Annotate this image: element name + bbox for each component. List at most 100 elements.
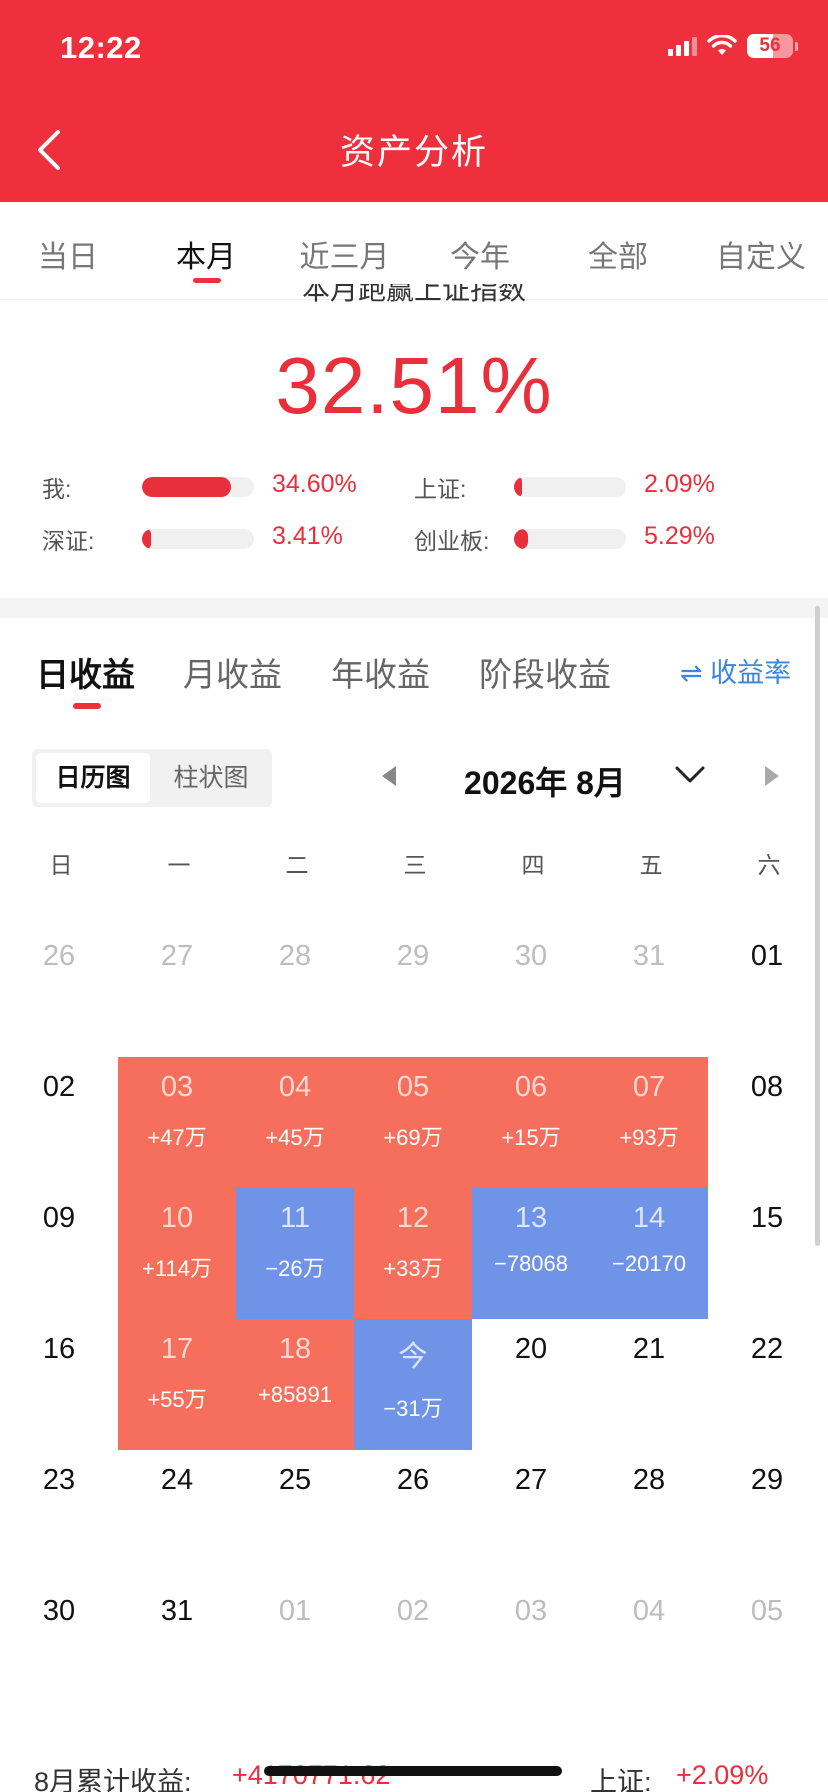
calendar-day[interactable]: 16 bbox=[0, 1319, 118, 1450]
tab-today[interactable]: 当日 bbox=[28, 232, 108, 276]
chevron-down-icon[interactable] bbox=[673, 760, 707, 788]
day-number: 15 bbox=[750, 1202, 784, 1234]
calendar-day[interactable]: 26 bbox=[354, 1450, 472, 1581]
calendar-day[interactable]: 17 +55万 bbox=[118, 1319, 236, 1450]
calendar-day[interactable]: 29 bbox=[354, 926, 472, 1057]
summary-subtitle: 本月跑赢上证指数 bbox=[301, 284, 526, 305]
calendar-day[interactable]: 18 +85891 bbox=[236, 1319, 354, 1450]
calendar-day[interactable]: 05 bbox=[708, 1581, 826, 1712]
calendar-view-button[interactable]: 日历图 bbox=[36, 753, 150, 803]
battery-icon: 56 bbox=[747, 34, 793, 58]
weekday-label: 三 bbox=[403, 852, 427, 878]
calendar-day[interactable]: 01 bbox=[236, 1581, 354, 1712]
calendar-day[interactable]: 21 bbox=[590, 1319, 708, 1450]
calendar-day[interactable]: 30 bbox=[472, 926, 590, 1057]
calendar-day[interactable]: 22 bbox=[708, 1319, 826, 1450]
day-number: 06 bbox=[514, 1071, 548, 1103]
next-month-arrow-icon[interactable] bbox=[765, 766, 779, 786]
calendar-day[interactable]: 05 +69万 bbox=[354, 1057, 472, 1188]
weekday-label: 五 bbox=[639, 852, 663, 878]
tab-this-year[interactable]: 今年 bbox=[440, 232, 520, 276]
day-number: 08 bbox=[750, 1071, 784, 1103]
tab-three-months[interactable]: 近三月 bbox=[292, 232, 397, 276]
day-number: 17 bbox=[160, 1333, 194, 1365]
tab-period-return[interactable]: 阶段收益 bbox=[479, 648, 611, 696]
tab-all[interactable]: 全部 bbox=[578, 232, 658, 276]
calendar-day[interactable]: 11 −26万 bbox=[236, 1188, 354, 1319]
calendar-day[interactable]: 23 bbox=[0, 1450, 118, 1581]
comparison-label-me: 我: bbox=[42, 476, 72, 502]
day-number: 25 bbox=[278, 1464, 312, 1496]
calendar-day[interactable]: 07 +93万 bbox=[590, 1057, 708, 1188]
tab-yearly-return[interactable]: 年收益 bbox=[331, 648, 430, 696]
tab-custom[interactable]: 自定义 bbox=[706, 232, 816, 276]
day-number: 27 bbox=[160, 940, 194, 972]
comparison-bar-fill-me bbox=[142, 477, 231, 497]
day-number: 27 bbox=[514, 1464, 548, 1496]
calendar-day[interactable]: 04 +45万 bbox=[236, 1057, 354, 1188]
calendar-day[interactable]: 14 −20170 bbox=[590, 1188, 708, 1319]
calendar-day[interactable]: 31 bbox=[590, 926, 708, 1057]
day-number: 今 bbox=[398, 1341, 428, 1373]
calendar-day[interactable]: 15 bbox=[708, 1188, 826, 1319]
day-number: 01 bbox=[278, 1595, 312, 1627]
daily-profit-loss: +47万 bbox=[147, 1125, 207, 1150]
battery-tip bbox=[795, 41, 798, 51]
day-number: 04 bbox=[632, 1595, 666, 1627]
calendar-day[interactable]: 27 bbox=[472, 1450, 590, 1581]
calendar-day[interactable]: 30 bbox=[0, 1581, 118, 1712]
outperformance-value: 32.51% bbox=[275, 341, 553, 430]
day-number: 04 bbox=[278, 1071, 312, 1103]
day-number: 22 bbox=[750, 1333, 784, 1365]
calendar-day[interactable]: 03 bbox=[472, 1581, 590, 1712]
calendar-day[interactable]: 20 bbox=[472, 1319, 590, 1450]
calendar-day[interactable]: 28 bbox=[590, 1450, 708, 1581]
calendar-day[interactable]: 今 −31万 bbox=[354, 1319, 472, 1450]
weekday-label: 四 bbox=[521, 852, 545, 878]
home-indicator bbox=[264, 1766, 562, 1776]
comparison-value-chinext: 5.29% bbox=[644, 522, 715, 550]
calendar-day[interactable]: 02 bbox=[354, 1581, 472, 1712]
bar-view-button[interactable]: 柱状图 bbox=[154, 753, 268, 803]
weekday-label: 日 bbox=[49, 852, 73, 878]
tab-this-month[interactable]: 本月 bbox=[166, 232, 246, 276]
calendar-day[interactable]: 02 bbox=[0, 1057, 118, 1188]
tab-daily-return[interactable]: 日收益 bbox=[36, 648, 135, 696]
daily-profit-loss: +33万 bbox=[383, 1256, 443, 1281]
daily-profit-loss: −78068 bbox=[493, 1251, 569, 1276]
day-number: 30 bbox=[42, 1595, 76, 1627]
prev-month-arrow-icon[interactable] bbox=[382, 766, 396, 786]
calendar-day[interactable]: 09 bbox=[0, 1188, 118, 1319]
yield-rate-label: 收益率 bbox=[710, 658, 792, 688]
calendar-day[interactable]: 04 bbox=[590, 1581, 708, 1712]
daily-profit-loss: +85891 bbox=[257, 1382, 333, 1407]
day-number: 11 bbox=[279, 1202, 311, 1234]
day-number: 30 bbox=[514, 940, 548, 972]
calendar-day[interactable]: 10 +114万 bbox=[118, 1188, 236, 1319]
calendar-day[interactable]: 03 +47万 bbox=[118, 1057, 236, 1188]
calendar-day[interactable]: 29 bbox=[708, 1450, 826, 1581]
comparison-value-sse: 2.09% bbox=[644, 470, 715, 498]
tab-monthly-return[interactable]: 月收益 bbox=[183, 648, 282, 696]
yield-rate-toggle[interactable]: ⇌ 收益率 bbox=[680, 651, 791, 690]
calendar-day[interactable]: 12 +33万 bbox=[354, 1188, 472, 1319]
day-number: 03 bbox=[160, 1071, 194, 1103]
calendar-day[interactable]: 28 bbox=[236, 926, 354, 1057]
section-divider bbox=[0, 598, 828, 618]
comparison-bar-szse bbox=[142, 529, 254, 549]
calendar-day[interactable]: 01 bbox=[708, 926, 826, 1057]
month-label[interactable]: 2026年 8月 bbox=[430, 758, 660, 804]
day-number: 02 bbox=[396, 1595, 430, 1627]
summary-subtitle-clip: 本月跑赢上证指数 bbox=[0, 284, 828, 306]
index-value: +2.09% bbox=[676, 1760, 769, 1790]
calendar-day[interactable]: 13 −78068 bbox=[472, 1188, 590, 1319]
calendar-day[interactable]: 26 bbox=[0, 926, 118, 1057]
day-number: 28 bbox=[632, 1464, 666, 1496]
calendar-day[interactable]: 06 +15万 bbox=[472, 1057, 590, 1188]
calendar-day[interactable]: 08 bbox=[708, 1057, 826, 1188]
day-number: 29 bbox=[750, 1464, 784, 1496]
calendar-day[interactable]: 24 bbox=[118, 1450, 236, 1581]
calendar-day[interactable]: 27 bbox=[118, 926, 236, 1057]
calendar-day[interactable]: 31 bbox=[118, 1581, 236, 1712]
calendar-day[interactable]: 25 bbox=[236, 1450, 354, 1581]
